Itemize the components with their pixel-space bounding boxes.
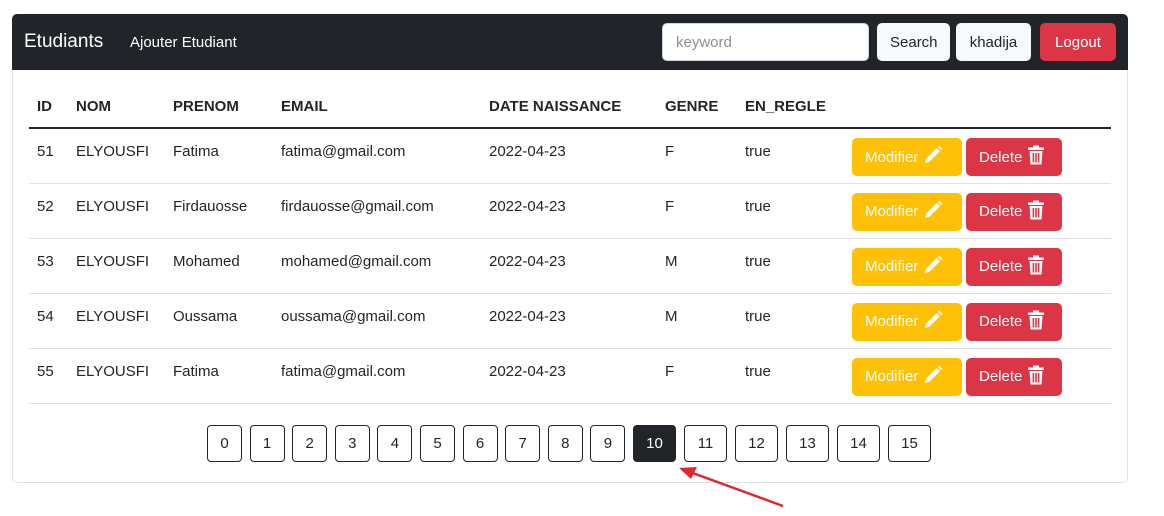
annotation-arrow: [679, 467, 784, 508]
